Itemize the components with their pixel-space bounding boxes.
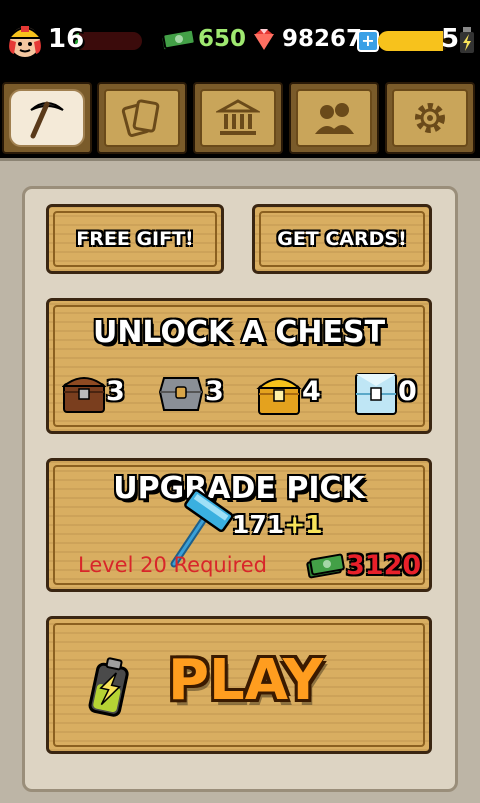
free-gift-button[interactable]: FREE GIFT! xyxy=(46,204,224,274)
top-bar: 16 650 98267 + 5 xyxy=(0,0,480,76)
wood-chest-icon[interactable] xyxy=(62,372,106,414)
tab-settings[interactable] xyxy=(385,82,475,154)
battery-icon xyxy=(88,657,129,717)
tab-bar xyxy=(0,82,480,154)
gear-icon xyxy=(415,103,445,133)
stone-chest-icon[interactable] xyxy=(158,372,204,414)
pick-power-value: 171 xyxy=(232,510,285,539)
energy-bar-fill xyxy=(378,31,443,51)
tab-museum[interactable] xyxy=(193,82,283,154)
xp-bar xyxy=(74,32,142,50)
diamond-chest-count: 0 xyxy=(398,376,417,407)
upgrade-pick-title: UPGRADE PICK xyxy=(113,471,365,506)
gold-chest-count: 4 xyxy=(302,376,321,407)
gem-amount: 98267 xyxy=(282,26,363,52)
play-label: PLAY xyxy=(168,648,324,713)
pickaxe-icon xyxy=(30,101,64,139)
wood-chest-count: 3 xyxy=(106,376,125,407)
pick-power: 171+1 xyxy=(232,510,323,539)
add-gems-button[interactable]: + xyxy=(357,30,379,52)
tab-cards[interactable] xyxy=(97,82,187,154)
get-cards-label: GET CARDS! xyxy=(277,228,407,250)
gem-icon xyxy=(252,28,276,52)
tab-friends[interactable] xyxy=(289,82,379,154)
pick-power-bonus: +1 xyxy=(284,510,323,539)
energy-bar xyxy=(378,31,450,51)
player-avatar-icon[interactable] xyxy=(4,18,46,60)
get-cards-button[interactable]: GET CARDS! xyxy=(252,204,432,274)
battery-icon xyxy=(458,27,476,55)
tab-mine[interactable] xyxy=(2,82,92,154)
unlock-chest-title: UNLOCK A CHEST xyxy=(92,315,386,350)
stone-chest-count: 3 xyxy=(205,376,224,407)
level-requirement: Level 20 Required xyxy=(78,553,267,577)
upgrade-cost: 3120 xyxy=(346,550,422,581)
cash-icon xyxy=(306,553,345,579)
gold-chest-icon[interactable] xyxy=(256,372,302,416)
bank-icon xyxy=(216,99,260,135)
diamond-chest-icon[interactable] xyxy=(354,372,398,416)
cash-icon xyxy=(160,28,196,52)
player-level: 16 xyxy=(48,24,85,54)
free-gift-label: FREE GIFT! xyxy=(76,228,194,250)
people-icon xyxy=(315,103,354,134)
cards-icon xyxy=(121,99,160,137)
cash-amount: 650 xyxy=(198,26,247,52)
